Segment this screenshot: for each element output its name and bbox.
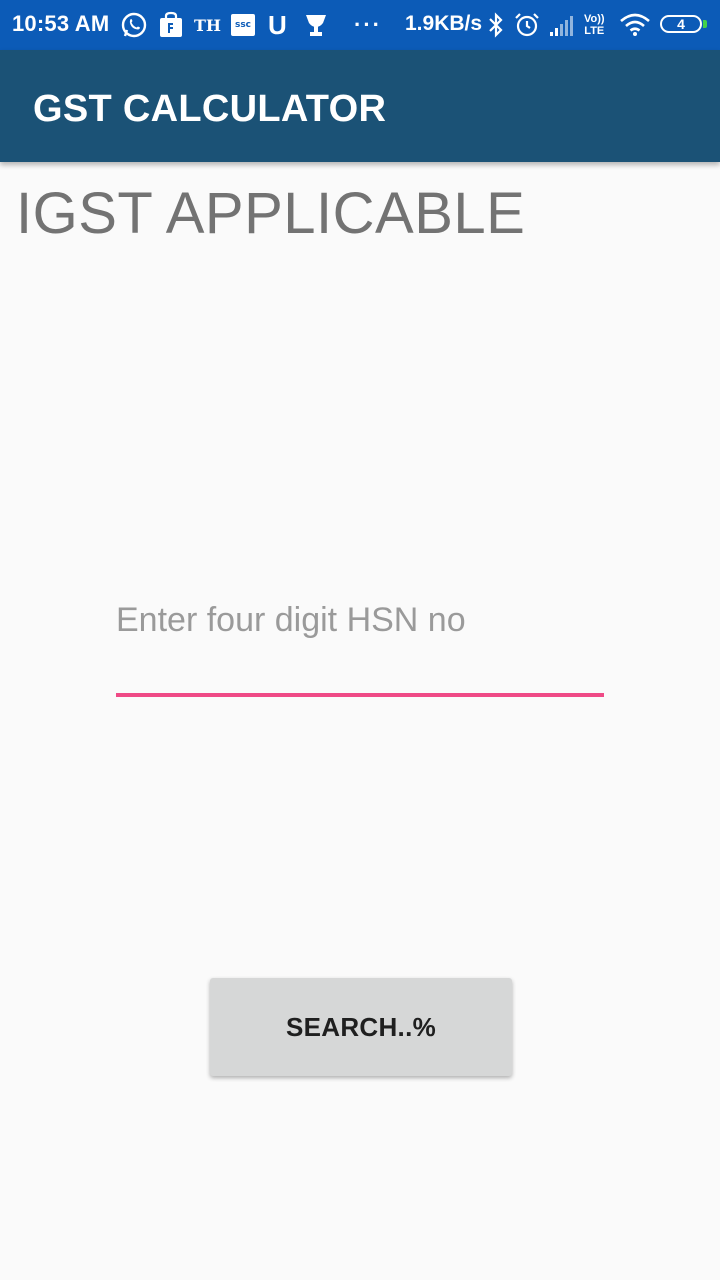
hsn-input[interactable]: [116, 590, 604, 650]
hsn-field[interactable]: [116, 590, 604, 700]
whatsapp-icon: [120, 10, 148, 40]
app-bar: GST CALCULATOR: [0, 50, 720, 162]
alarm-icon: [513, 10, 541, 40]
battery-tip: [703, 20, 707, 28]
th-icon: TH: [194, 15, 222, 35]
search-button[interactable]: SEARCH..%: [210, 978, 512, 1076]
more-dots-icon: ···: [354, 12, 382, 37]
status-time: 10:53 AM: [12, 11, 110, 36]
volte-icon: Vo)) LTE: [584, 10, 605, 40]
trophy-icon: [302, 10, 330, 40]
volte-label-bottom: LTE: [584, 25, 605, 37]
ssc-label: ssc: [231, 14, 255, 36]
battery-icon: 4: [660, 15, 702, 33]
u-icon: U: [268, 9, 287, 40]
ssc-icon: ssc: [231, 10, 255, 40]
app-title: GST CALCULATOR: [33, 88, 387, 130]
hsn-input-underline: [116, 693, 604, 697]
signal-icon: [548, 10, 576, 40]
igst-heading: IGST APPLICABLE: [16, 181, 526, 246]
wifi-icon: [619, 10, 651, 40]
volte-label-top: Vo)): [584, 13, 605, 25]
network-speed: 1.9KB/s: [405, 12, 483, 35]
status-bar: 10:53 AM TH ssc U ··· 1.9KB/s Vo)) LTE 4: [0, 0, 720, 50]
bluetooth-icon: [486, 10, 506, 40]
shopping-bag-icon: [157, 10, 185, 40]
